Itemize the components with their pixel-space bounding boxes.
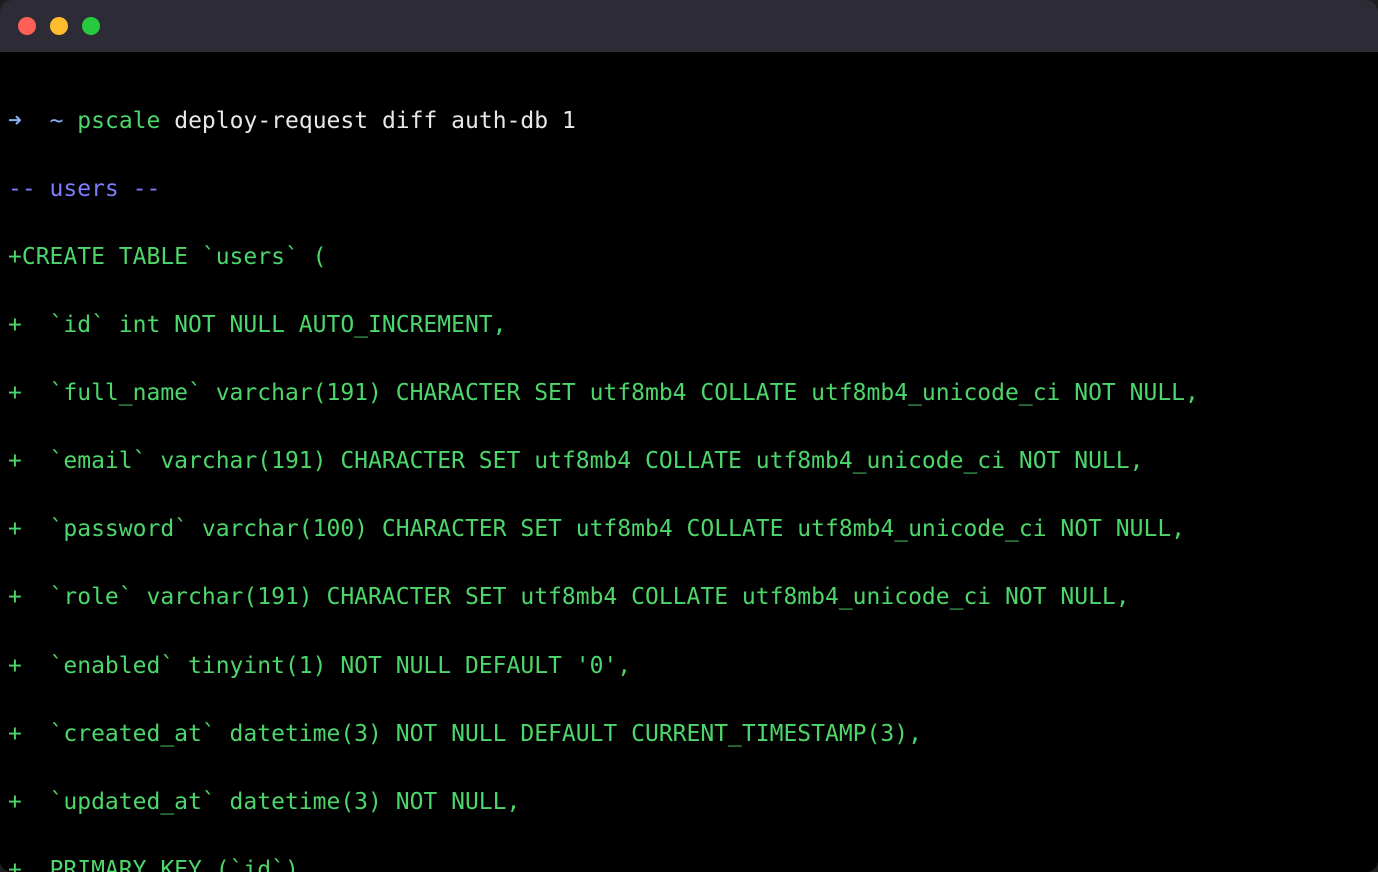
command-args: deploy-request diff auth-db 1: [174, 108, 576, 134]
command-binary: pscale: [77, 108, 160, 134]
prompt-tilde: ~: [50, 108, 64, 134]
prompt-arrow: ➜: [8, 108, 22, 134]
terminal-body[interactable]: ➜ ~ pscale deploy-request diff auth-db 1…: [0, 52, 1378, 872]
diff-line: + `role` varchar(191) CHARACTER SET utf8…: [8, 580, 1370, 614]
diff-line: + PRIMARY KEY (`id`),: [8, 853, 1370, 872]
terminal-window: ➜ ~ pscale deploy-request diff auth-db 1…: [0, 0, 1378, 872]
diff-line: + `updated_at` datetime(3) NOT NULL,: [8, 785, 1370, 819]
close-window-button[interactable]: [18, 17, 36, 35]
diff-line: + `created_at` datetime(3) NOT NULL DEFA…: [8, 717, 1370, 751]
diff-line: + `id` int NOT NULL AUTO_INCREMENT,: [8, 308, 1370, 342]
diff-line: + `enabled` tinyint(1) NOT NULL DEFAULT …: [8, 649, 1370, 683]
minimize-window-button[interactable]: [50, 17, 68, 35]
command-line: ➜ ~ pscale deploy-request diff auth-db 1: [8, 104, 1370, 138]
output-header: -- users --: [8, 172, 1370, 206]
maximize-window-button[interactable]: [82, 17, 100, 35]
diff-line: + `full_name` varchar(191) CHARACTER SET…: [8, 376, 1370, 410]
diff-line: + `password` varchar(100) CHARACTER SET …: [8, 512, 1370, 546]
window-titlebar: [0, 0, 1378, 52]
diff-line: + `email` varchar(191) CHARACTER SET utf…: [8, 444, 1370, 478]
diff-line: +CREATE TABLE `users` (: [8, 240, 1370, 274]
